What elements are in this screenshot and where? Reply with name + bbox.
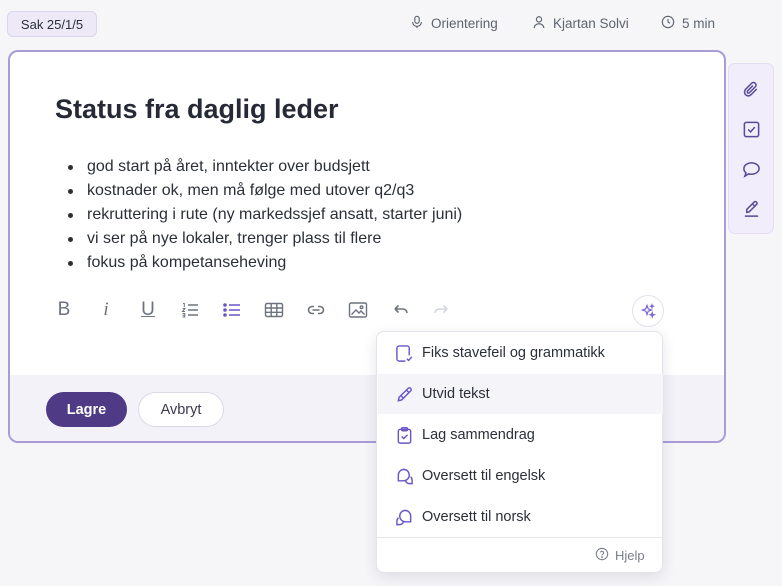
meeting-mode-label: Orientering (431, 16, 498, 31)
bold-button[interactable]: B (52, 298, 76, 322)
meeting-mode: Orientering (410, 15, 498, 32)
signature-icon[interactable] (740, 198, 762, 220)
redo-button[interactable] (430, 298, 454, 322)
list-item[interactable]: vi ser på nye lokaler, trenger plass til… (64, 227, 462, 251)
list-item[interactable]: god start på året, inntekter over budsje… (64, 155, 462, 179)
image-icon (348, 302, 368, 318)
redo-icon (434, 304, 448, 314)
clipboard-check-icon (394, 425, 414, 445)
formatting-toolbar: B i U (52, 295, 692, 327)
bullet-list[interactable]: god start på året, inntekter over budsje… (64, 155, 462, 275)
microphone-icon (410, 15, 424, 32)
undo-icon (394, 304, 408, 314)
ordered-list-icon (181, 303, 198, 318)
duration-label: 5 min (682, 16, 716, 31)
bold-icon: B (57, 299, 71, 320)
menu-item-translate-english[interactable]: Oversett til engelsk (378, 456, 663, 496)
menu-item-fix-spelling[interactable]: Fiks stavefeil og grammatikk (378, 333, 663, 373)
user-icon (532, 15, 546, 32)
presenter-name: Kjartan Solvi (553, 16, 629, 31)
italic-icon: i (103, 299, 109, 320)
top-bar: Sak 25/1/5 Orientering Kjartan Solvi 5 m… (0, 0, 782, 48)
italic-button[interactable]: i (94, 298, 118, 322)
list-item[interactable]: kostnader ok, men må følge med utover q2… (64, 179, 462, 203)
comment-icon[interactable] (740, 158, 762, 180)
help-link[interactable]: Hjelp (595, 547, 645, 564)
table-icon (264, 302, 284, 318)
checkbox-icon[interactable] (740, 118, 762, 140)
table-button[interactable] (262, 298, 286, 322)
help-label: Hjelp (615, 548, 645, 563)
list-item[interactable]: fokus på kompetanseheving (64, 251, 462, 275)
presenter: Kjartan Solvi (532, 15, 629, 32)
menu-divider (377, 537, 662, 538)
rich-text-editor[interactable]: god start på året, inntekter over budsje… (34, 141, 702, 336)
help-icon (595, 547, 609, 564)
link-button[interactable] (304, 298, 328, 322)
menu-item-label: Lag sammendrag (422, 427, 535, 443)
ai-actions-menu: Fiks stavefeil og grammatikk Utvid tekst… (376, 331, 663, 573)
case-badge: Sak 25/1/5 (7, 11, 97, 37)
menu-item-label: Fiks stavefeil og grammatikk (422, 345, 605, 361)
side-toolbar (728, 63, 774, 234)
card-title[interactable]: Status fra daglig leder (55, 94, 339, 125)
image-button[interactable] (346, 298, 370, 322)
menu-item-label: Utvid tekst (422, 386, 490, 402)
duration: 5 min (661, 15, 715, 32)
bullet-list-button[interactable] (220, 298, 244, 322)
bullet-list-icon (223, 303, 240, 317)
pen-icon (394, 384, 414, 404)
cancel-button[interactable]: Avbryt (138, 392, 224, 427)
menu-item-expand-text[interactable]: Utvid tekst (378, 374, 663, 414)
translate-chat-icon (394, 466, 414, 486)
menu-item-translate-norwegian[interactable]: Oversett til norsk (378, 497, 663, 537)
paperclip-icon[interactable] (740, 78, 762, 100)
sparkles-icon (640, 303, 656, 319)
clock-icon (661, 15, 675, 32)
spellcheck-icon (394, 343, 414, 363)
undo-button[interactable] (388, 298, 412, 322)
underline-icon: U (141, 299, 155, 320)
ordered-list-button[interactable] (178, 298, 202, 322)
list-item[interactable]: rekruttering i rute (ny markedssjef ansa… (64, 203, 462, 227)
menu-item-label: Oversett til engelsk (422, 468, 546, 484)
ai-assistant-button[interactable] (632, 295, 664, 327)
menu-item-summarize[interactable]: Lag sammendrag (378, 415, 663, 455)
underline-button[interactable]: U (136, 298, 160, 322)
translate-chat-icon (394, 507, 414, 527)
save-button[interactable]: Lagre (46, 392, 127, 427)
menu-item-label: Oversett til norsk (422, 509, 531, 525)
link-icon (307, 305, 325, 315)
